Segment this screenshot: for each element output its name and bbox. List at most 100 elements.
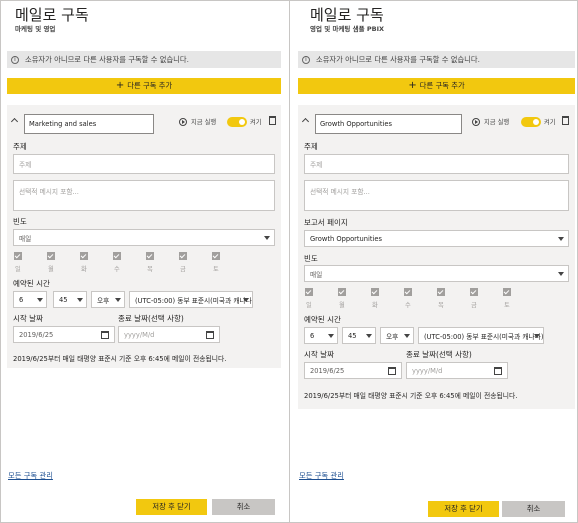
notice-text: 소유자가 아니므로 다른 사용자를 구독할 수 없습니다.	[25, 54, 189, 64]
day-label: 금	[180, 266, 186, 273]
message-textarea[interactable]: 선택적 메시지 포함...	[13, 180, 275, 211]
day-sat[interactable]: 토	[211, 252, 244, 273]
save-and-close-button[interactable]: 저장 후 닫기	[136, 499, 207, 515]
day-wed[interactable]: 수	[112, 252, 145, 273]
panel-title: 메일로 구독	[310, 6, 384, 24]
add-subscription-button[interactable]: + 다른 구독 추가	[7, 78, 281, 94]
subscription-card: Marketing and sales 지금 실행 켜기 주제 주제 선택적 메…	[7, 105, 281, 368]
run-now-button[interactable]: 지금 실행	[472, 117, 509, 126]
checkbox-checked-icon	[179, 252, 187, 260]
start-date-value: 2019/6/25	[310, 366, 345, 375]
timezone-select[interactable]: (UTC-05:00) 동부 표준시(미국과 캐나다)	[129, 291, 253, 308]
frequency-label: 빈도	[13, 217, 27, 226]
minute-value: 45	[348, 331, 357, 340]
day-sat[interactable]: 토	[502, 288, 535, 309]
day-mon[interactable]: 월	[337, 288, 370, 309]
minute-select[interactable]: 45	[342, 327, 376, 344]
hour-select[interactable]: 6	[13, 291, 47, 308]
subscription-toggle[interactable]	[227, 117, 247, 127]
report-page-value: Growth Opportunities	[310, 234, 382, 243]
timezone-value: (UTC-05:00) 동부 표준시(미국과 캐나다)	[135, 296, 253, 305]
message-textarea[interactable]: 선택적 메시지 포함...	[304, 180, 569, 211]
calendar-icon	[101, 331, 109, 339]
trash-icon[interactable]	[269, 116, 276, 125]
day-thu[interactable]: 목	[145, 252, 178, 273]
subscribe-panel-right: 메일로 구독 영업 및 마케팅 샘플 PBIX i 소유자가 아니므로 다른 사…	[290, 1, 577, 522]
frequency-label: 빈도	[304, 254, 318, 263]
cancel-button[interactable]: 취소	[502, 501, 565, 517]
start-date-input[interactable]: 2019/6/25	[304, 362, 402, 379]
day-label: 목	[438, 302, 444, 309]
frequency-select[interactable]: 매일	[304, 265, 569, 282]
subscription-name-input[interactable]: Marketing and sales	[24, 114, 154, 134]
start-date-label: 시작 날짜	[13, 314, 43, 323]
notice-text: 소유자가 아니므로 다른 사용자를 구독할 수 없습니다.	[316, 54, 480, 64]
end-date-input[interactable]: yyyy/M/d	[118, 326, 220, 343]
play-circle-icon	[179, 117, 187, 126]
info-icon: i	[11, 55, 19, 64]
day-tue[interactable]: 화	[79, 252, 112, 273]
ampm-value: 오후	[97, 296, 110, 305]
weekday-checkboxes: 일 월 화 수 목 금 토	[304, 288, 535, 309]
run-now-button[interactable]: 지금 실행	[179, 117, 216, 126]
panel-title: 메일로 구독	[15, 6, 89, 24]
weekday-checkboxes: 일 월 화 수 목 금 토	[13, 252, 244, 273]
calendar-icon	[494, 367, 502, 375]
day-fri[interactable]: 금	[178, 252, 211, 273]
add-subscription-label: 다른 구독 추가	[127, 81, 173, 90]
checkbox-checked-icon	[113, 252, 121, 260]
chevron-down-icon	[534, 334, 540, 338]
day-label: 월	[339, 302, 345, 309]
report-page-label: 보고서 페이지	[304, 218, 348, 227]
hour-select[interactable]: 6	[304, 327, 338, 344]
add-subscription-label: 다른 구독 추가	[419, 81, 465, 90]
end-date-input[interactable]: yyyy/M/d	[406, 362, 508, 379]
schedule-summary: 2019/6/25부터 매일 태평양 표준시 기준 오후 6:45에 메일이 전…	[304, 392, 518, 400]
day-wed[interactable]: 수	[403, 288, 436, 309]
chevron-down-icon	[115, 298, 121, 302]
chevron-up-icon[interactable]	[10, 117, 19, 126]
chevron-down-icon	[404, 334, 410, 338]
end-date-placeholder: yyyy/M/d	[412, 366, 443, 375]
chevron-down-icon	[328, 334, 334, 338]
start-date-input[interactable]: 2019/6/25	[13, 326, 115, 343]
day-label: 수	[405, 302, 411, 309]
schedule-label: 예약된 시간	[304, 315, 341, 324]
info-icon: i	[302, 55, 310, 64]
manage-subscriptions-link[interactable]: 모든 구독 관리	[299, 471, 344, 481]
calendar-icon	[388, 367, 396, 375]
subject-input[interactable]: 주제	[13, 154, 275, 174]
manage-subscriptions-link[interactable]: 모든 구독 관리	[8, 471, 53, 481]
day-mon[interactable]: 월	[46, 252, 79, 273]
day-tue[interactable]: 화	[370, 288, 403, 309]
calendar-icon	[206, 331, 214, 339]
report-page-select[interactable]: Growth Opportunities	[304, 230, 569, 247]
chevron-up-icon[interactable]	[301, 117, 310, 126]
ampm-select[interactable]: 오후	[91, 291, 125, 308]
chevron-down-icon	[366, 334, 372, 338]
checkbox-checked-icon	[212, 252, 220, 260]
day-thu[interactable]: 목	[436, 288, 469, 309]
ampm-value: 오후	[386, 332, 399, 341]
day-fri[interactable]: 금	[469, 288, 502, 309]
schedule-label: 예약된 시간	[13, 279, 50, 288]
cancel-button[interactable]: 취소	[212, 499, 275, 515]
subscription-name-input[interactable]: Growth Opportunities	[315, 114, 462, 134]
subject-input[interactable]: 주제	[304, 154, 569, 174]
ampm-select[interactable]: 오후	[380, 327, 414, 344]
subscription-toggle[interactable]	[521, 117, 541, 127]
minute-select[interactable]: 45	[53, 291, 87, 308]
plus-icon: +	[115, 80, 125, 91]
day-label: 월	[48, 266, 54, 273]
checkbox-checked-icon	[437, 288, 445, 296]
checkbox-checked-icon	[14, 252, 22, 260]
save-and-close-button[interactable]: 저장 후 닫기	[428, 501, 499, 517]
add-subscription-button[interactable]: + 다른 구독 추가	[298, 78, 575, 94]
checkbox-checked-icon	[47, 252, 55, 260]
day-sun[interactable]: 일	[13, 252, 46, 273]
timezone-select[interactable]: (UTC-05:00) 동부 표준시(미국과 캐나다)	[418, 327, 544, 344]
trash-icon[interactable]	[562, 116, 569, 125]
day-sun[interactable]: 일	[304, 288, 337, 309]
frequency-select[interactable]: 매일	[13, 229, 275, 246]
checkbox-checked-icon	[305, 288, 313, 296]
